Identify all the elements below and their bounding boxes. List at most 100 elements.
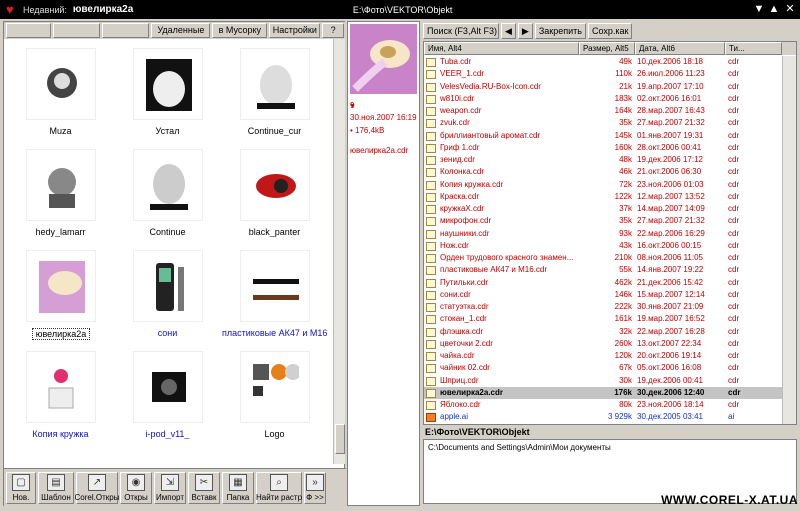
file-row[interactable]: бриллиантовый аромат.cdr 145k 01.янв.2007 … [424, 130, 796, 142]
thumbnail-item[interactable]: Continue [115, 149, 220, 249]
file-icon [426, 107, 436, 116]
file-row[interactable]: зенид.cdr 48k 19.дек.2006 17:12 cdr [424, 154, 796, 166]
file-name: зенид.cdr [440, 155, 475, 164]
file-row[interactable]: Колонка.cdr 46k 21.окт.2006 06:30 cdr [424, 166, 796, 178]
thumbnail-grid: Muza Устал Continue_cur hedy_lamarr Continue… [8, 48, 330, 463]
file-icon [426, 413, 436, 423]
file-size: 300k [564, 424, 632, 425]
file-row[interactable]: микрофон.cdr 35k 27.мар.2007 21:32 cdr [424, 215, 796, 227]
file-date: 19.мар.2007 16:52 [637, 314, 705, 324]
file-row[interactable]: Орден трудового красного знамен... 210k 08… [424, 252, 796, 264]
file-list: Имя, Alt4 Размер, Alt5 Дата, Alt6 Ти... … [423, 41, 797, 425]
file-row[interactable]: статуэтка.cdr 222k 30.янв.2007 21:09 cdr [424, 301, 796, 313]
toolbar-button-5[interactable]: ✂ Вставк [188, 472, 220, 504]
file-row[interactable]: Tuba.cdr 49k 10.дек.2006 18:18 cdr [424, 56, 796, 68]
file-size: 48k [619, 155, 632, 164]
pin-button[interactable]: Закрепить [534, 22, 586, 39]
file-row[interactable]: Шприц.cdr 30k 19.дек.2006 00:41 cdr [424, 375, 796, 387]
file-row[interactable]: VelesVedia.RU-Box-Icon.cdr 21k 19.апр.2007… [424, 81, 796, 93]
scrollbar-thumb[interactable] [335, 424, 345, 454]
thumbnail-item[interactable]: Устал [115, 48, 220, 148]
collapse-icon[interactable]: ▼ [752, 2, 766, 16]
left-button-5[interactable]: Настройки [269, 23, 321, 38]
list-scrollbar[interactable] [782, 56, 796, 424]
file-icon [426, 376, 436, 386]
left-button-2[interactable] [102, 23, 150, 38]
save-as-button[interactable]: Сохр.как [587, 22, 633, 39]
file-size: 67k [619, 363, 632, 373]
left-button-1[interactable] [53, 23, 101, 38]
file-row[interactable]: цветочки 2.cdr 260k 13.окт.2007 22:34 cdr [424, 338, 796, 350]
file-row[interactable]: Яблоко.cdr 80k 23.ноя.2006 18:14 cdr [424, 399, 796, 411]
file-row[interactable]: кружкаX.cdr 37k 14.мар.2007 14:09 cdr [424, 203, 796, 215]
file-row[interactable]: чайка.cdr 120k 20.окт.2006 19:14 cdr [424, 350, 796, 362]
column-type[interactable]: Ти... [725, 42, 782, 55]
file-row[interactable]: weapon.cdr 164k 28.мар.2007 16:43 cdr [424, 105, 796, 117]
current-path: E:\Фото\VEKTOR\Objekt [352, 4, 453, 15]
left-button-6[interactable]: ? [322, 23, 344, 38]
recent-file-name[interactable]: ювелирка2а [73, 4, 353, 15]
thumbnail-item[interactable]: Копия кружка [8, 351, 113, 451]
app-window: ♥ Недавний: ювелирка2а E:\Фото\VEKTOR\Ob… [0, 0, 800, 511]
column-date[interactable]: Дата, Alt6 [635, 42, 725, 55]
file-row[interactable]: Путильки.cdr 462k 21.дек.2006 15:42 cdr [424, 277, 796, 289]
thumbnail-item[interactable]: пластиковые АК47 и М16 [222, 250, 327, 350]
file-name: ювелирка2а.cdr [440, 387, 504, 397]
file-row[interactable]: Копия кружка.cdr 72k 23.ноя.2006 01:03 cdr [424, 179, 796, 191]
thumbnail-item[interactable]: сони [115, 250, 220, 350]
file-row[interactable]: ювелирка2а.cdr 176k 30.дек.2006 12:40 cdr [424, 386, 796, 399]
file-type: cdr [728, 106, 740, 115]
file-date: 23.ноя.2006 18:14 [637, 400, 704, 409]
thumbnail-item[interactable]: i-pod_v11_ [115, 351, 220, 451]
column-name[interactable]: Имя, Alt4 [424, 42, 579, 55]
recent-label: Недавний: [23, 4, 67, 15]
file-row[interactable]: zvuk.cdr 35k 27.мар.2007 21:32 cdr [424, 117, 796, 129]
file-row[interactable]: флэшка.cdr 32k 22.мар.2007 16:28 cdr [424, 326, 796, 338]
file-icon [426, 131, 436, 141]
toolbar-button-8[interactable]: » Ф >> [304, 472, 326, 504]
toolbar-button-3[interactable]: ◉ Откры [120, 472, 152, 504]
file-row[interactable]: ACME spaz.ai300k 12.ноя.2006 18:??ai [424, 424, 796, 425]
file-row[interactable]: сони.cdr 146k 15.мар.2007 12:14 cdr [424, 289, 796, 301]
close-icon[interactable]: ✕ [783, 2, 797, 16]
thumbnail-item[interactable]: Continue_cur [222, 48, 327, 148]
left-button-4[interactable]: в Мусорку [212, 23, 268, 38]
thumbnail-item[interactable]: hedy_lamarr [8, 149, 113, 249]
file-type: cdr [728, 326, 740, 336]
file-row[interactable]: наушники.cdr 93k 22.мар.2006 16:29 cdr [424, 228, 796, 240]
file-icon [426, 143, 436, 153]
file-row[interactable]: Краска.cdr 122k 12.мар.2007 13:52 cdr [424, 191, 796, 203]
toolbar-button-2[interactable]: ↗ Corel.Откры [75, 472, 119, 504]
toolbar-button-0[interactable]: ▢ Нов. [6, 472, 36, 504]
file-row[interactable]: Нож.cdr 43k 16.окт.2006 00:15 cdr [424, 240, 796, 252]
file-row[interactable]: apple.ai 3 929k 30.дек.2005 03:41 ai [424, 411, 796, 423]
toolbar-icon: ⇲ [161, 474, 179, 491]
file-size: 176k [614, 387, 632, 397]
file-date: 27.мар.2007 21:32 [637, 216, 705, 226]
file-row[interactable]: стокан_1.cdr 161k 19.мар.2007 16:52 cdr [424, 313, 796, 325]
file-icon [426, 70, 436, 80]
file-row[interactable]: w810i.cdr 183k 02.окт.2006 16:01 cdr [424, 93, 796, 105]
expand-icon[interactable]: ▲ [767, 2, 781, 16]
left-button-0[interactable] [6, 23, 52, 38]
thumbnail-item[interactable]: ювелирка2а [8, 250, 113, 350]
forward-button[interactable]: ▶ [517, 22, 533, 39]
thumbnail-caption: Logo [264, 429, 285, 439]
thumbnail-scrollbar[interactable] [333, 39, 345, 464]
toolbar-button-1[interactable]: ▤ Шаблон [38, 472, 74, 504]
file-row[interactable]: VEER_1.cdr 110k 26.июл.2006 11:23 cdr [424, 68, 796, 80]
thumbnail-item[interactable]: Logo [222, 351, 327, 451]
left-button-3[interactable]: Удаленные [151, 23, 211, 38]
file-row[interactable]: чайник 02.cdr 67k 05.окт.2006 16:08 cdr [424, 362, 796, 374]
toolbar-button-6[interactable]: ▦ Папка [222, 472, 254, 504]
toolbar-button-7[interactable]: ⌕ Найти растр [256, 472, 302, 504]
file-row[interactable]: Гриф 1.cdr 160k 28.окт.2006 00:41 cdr [424, 142, 796, 154]
thumbnail-image [133, 250, 203, 322]
column-size[interactable]: Размер, Alt5 [579, 42, 635, 55]
thumbnail-item[interactable]: Muza [8, 48, 113, 148]
thumbnail-item[interactable]: black_panter [222, 149, 327, 249]
toolbar-button-4[interactable]: ⇲ Импорт [154, 472, 186, 504]
file-row[interactable]: пластиковые АК47 и М16.cdr 55k 14.янв.2007… [424, 264, 796, 276]
back-button[interactable]: ◀ [501, 22, 516, 39]
search-button[interactable]: Поиск (F3,Alt F3) [423, 22, 499, 39]
